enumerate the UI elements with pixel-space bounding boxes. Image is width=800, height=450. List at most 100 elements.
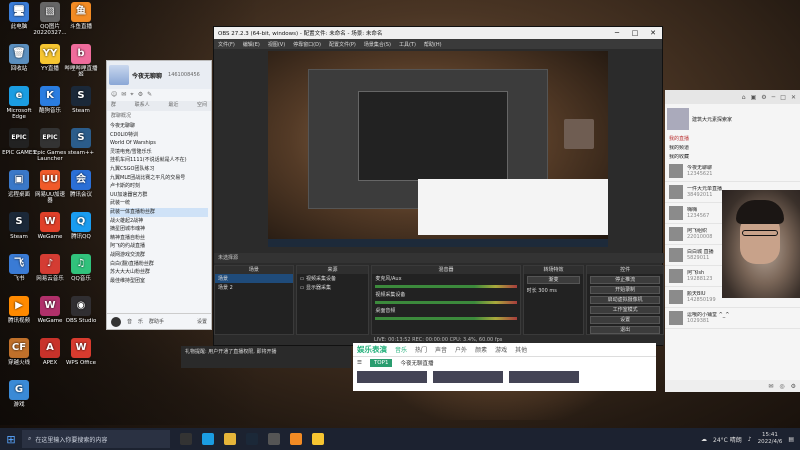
source-item[interactable]: ▭ 显示器采集 <box>297 283 369 292</box>
tab-contacts[interactable]: 联系人 <box>135 101 150 111</box>
desktop-icon[interactable]: YY YY直播 <box>33 44 67 72</box>
tab-5[interactable]: 游戏 <box>495 345 507 354</box>
notification-icon[interactable]: ▤ <box>788 436 794 443</box>
close-icon[interactable]: ✕ <box>644 29 662 37</box>
windows-start-icon[interactable]: ⊞ <box>0 428 22 450</box>
menu-icon[interactable] <box>111 316 121 327</box>
desktop-icon[interactable]: W WeGame <box>33 212 67 240</box>
desktop-icon[interactable]: ◉ OBS Studio <box>64 296 98 324</box>
obs-icon[interactable] <box>268 433 280 445</box>
list-item[interactable]: UU加速器官方群 <box>110 191 208 200</box>
tab-6[interactable]: 其他 <box>515 345 527 354</box>
desktop-icon[interactable]: EPIC EPIC GAMES <box>2 128 36 156</box>
volume-icon[interactable]: ♪ <box>748 436 752 443</box>
location-icon[interactable]: ⌖ <box>130 91 133 99</box>
stop-streaming-button[interactable]: 停止推流 <box>590 276 660 284</box>
list-item[interactable]: World Of Warships <box>110 139 208 148</box>
weather-text[interactable]: 24°C 晴朗 <box>713 435 742 444</box>
avatar[interactable] <box>667 108 689 130</box>
qq-footer-assistant[interactable]: 群助手 <box>149 318 164 325</box>
desktop-icon[interactable]: UU 网易UU加速器 <box>33 170 67 204</box>
desktop-icon[interactable]: W WeGame <box>33 296 67 324</box>
menu-item[interactable]: 工具(T) <box>399 41 416 48</box>
qq-footer-play[interactable]: 乐 <box>138 318 143 325</box>
tab-2[interactable]: 声音 <box>435 345 447 354</box>
desktop-icon[interactable]: e Microsoft Edge <box>2 86 36 120</box>
desktop-icon[interactable]: ♪ 网易云音乐 <box>33 254 67 282</box>
list-item[interactable]: 今夜无聊聊 12345621 <box>665 161 800 182</box>
list-item[interactable]: 灵境电竞/雪隆乐乐 <box>110 148 208 157</box>
menu-item[interactable]: 编辑(E) <box>243 41 260 48</box>
desktop-icon[interactable]: 🖥 此电脑 <box>2 2 36 30</box>
thumb[interactable] <box>433 371 503 383</box>
list-item[interactable]: CD0LI0特训 <box>110 131 208 140</box>
virtual-camera-button[interactable]: 启动虚拟摄像机 <box>590 296 660 304</box>
tab-3[interactable]: 户外 <box>455 345 467 354</box>
duration-value[interactable]: 300 ms <box>538 288 557 294</box>
steam-icon[interactable] <box>246 433 258 445</box>
desktop-icon[interactable]: Q 腾讯QQ <box>64 212 98 240</box>
menu-item[interactable]: 文件(F) <box>218 41 235 48</box>
music-logo[interactable]: 娱乐表演 <box>357 344 387 355</box>
desktop-icon[interactable]: S Steam <box>2 212 36 240</box>
list-item[interactable]: 今夜无聊聊 <box>110 122 208 131</box>
weather-icon[interactable]: ☁ <box>701 436 707 443</box>
obs-preview[interactable] <box>268 51 608 247</box>
list-item[interactable]: 武装一统 <box>110 199 208 208</box>
desktop-icon[interactable]: S Steam <box>64 86 98 114</box>
desktop-icon[interactable]: ♫ QQ音乐 <box>64 254 98 282</box>
scene-item[interactable]: 场景 <box>215 274 293 283</box>
desktop-icon[interactable]: K 酷狗音乐 <box>33 86 67 114</box>
desktop-icon[interactable]: 飞飞书 <box>2 254 36 282</box>
list-item[interactable]: 摘星团城市魂神 <box>110 225 208 234</box>
list-item[interactable]: 最佳维持型团室 <box>110 277 208 286</box>
desktop-icon[interactable]: 鱼斗鱼直播 <box>64 2 98 30</box>
header-icon[interactable]: ⌂ <box>742 94 746 101</box>
footer-icon[interactable]: ✉ <box>768 383 773 390</box>
qq-footer-music[interactable]: 音 <box>127 318 132 325</box>
menu-item[interactable]: 场景集合(S) <box>364 41 391 48</box>
mail-icon[interactable]: ✎ <box>147 91 152 99</box>
folder-icon[interactable] <box>224 433 236 445</box>
desktop-icon[interactable]: ▶ 腾讯视频 <box>2 296 36 324</box>
desktop-icon[interactable]: G 游戏 <box>2 380 36 408</box>
exit-button[interactable]: 退出 <box>590 326 660 334</box>
header-icon[interactable]: ✕ <box>791 94 796 101</box>
desktop-icon[interactable]: EPIC Epic Games Launcher <box>33 128 67 162</box>
footer-icon[interactable]: ⚙ <box>791 383 796 390</box>
desktop-icon[interactable]: b 哔哩哔哩直播姬 <box>64 44 98 78</box>
list-item[interactable]: 九翼CSGO团队练习 <box>110 165 208 174</box>
desktop-icon[interactable]: 会腾讯会议 <box>64 170 98 198</box>
studio-mode-button[interactable]: 工作室模式 <box>590 306 660 314</box>
minimize-icon[interactable]: ─ <box>608 29 626 37</box>
avatar[interactable] <box>109 65 129 85</box>
tab-recent[interactable]: 最近 <box>168 101 178 111</box>
list-item[interactable]: 九翼MLE团战比赛之平凡的交易号 <box>110 174 208 183</box>
list-item[interactable]: 挂机车间1111(不说话就是人不在) <box>110 156 208 165</box>
list-item[interactable]: 苏大大大山粉丝群 <box>110 268 208 277</box>
menu-item[interactable]: 帮助(H) <box>424 41 442 48</box>
person-icon[interactable]: ☺ <box>111 91 117 99</box>
volume-meter[interactable] <box>375 317 517 320</box>
transition-select[interactable]: 渐变 <box>526 276 581 284</box>
gear-icon[interactable]: ⚙ <box>138 91 143 99</box>
menu-item[interactable]: 配置文件(P) <box>329 41 356 48</box>
header-icon[interactable]: ─ <box>772 94 776 101</box>
list-item[interactable]: 我的频道 <box>665 143 800 152</box>
desktop-icon[interactable]: CF 穿越火线 <box>2 338 36 366</box>
webcam-overlay[interactable] <box>722 190 800 298</box>
tab-space[interactable]: 空间 <box>197 101 207 111</box>
tab-groups[interactable]: 群 <box>111 101 116 111</box>
taskbar-search[interactable]: ⌕ 在这里输入你要搜索的内容 <box>22 430 170 448</box>
thumb[interactable] <box>509 371 579 383</box>
qq-footer-settings[interactable]: 设置 <box>197 318 207 325</box>
rank-chip[interactable]: TOP1 <box>369 359 393 367</box>
desktop-icon[interactable]: ▣ 远程桌面 <box>2 170 36 198</box>
scene-item[interactable]: 场景 2 <box>215 283 293 292</box>
list-item[interactable]: 逗哦的小铺堂 ^_^ 1029381 <box>665 308 800 329</box>
desktop-icon[interactable]: W WPS Office <box>64 338 98 366</box>
list-item[interactable]: 我的收藏 <box>665 152 800 161</box>
volume-meter[interactable] <box>375 301 517 304</box>
chat-icon[interactable]: ✉ <box>121 91 126 99</box>
list-item[interactable]: 精神直播自粉丝 <box>110 234 208 243</box>
